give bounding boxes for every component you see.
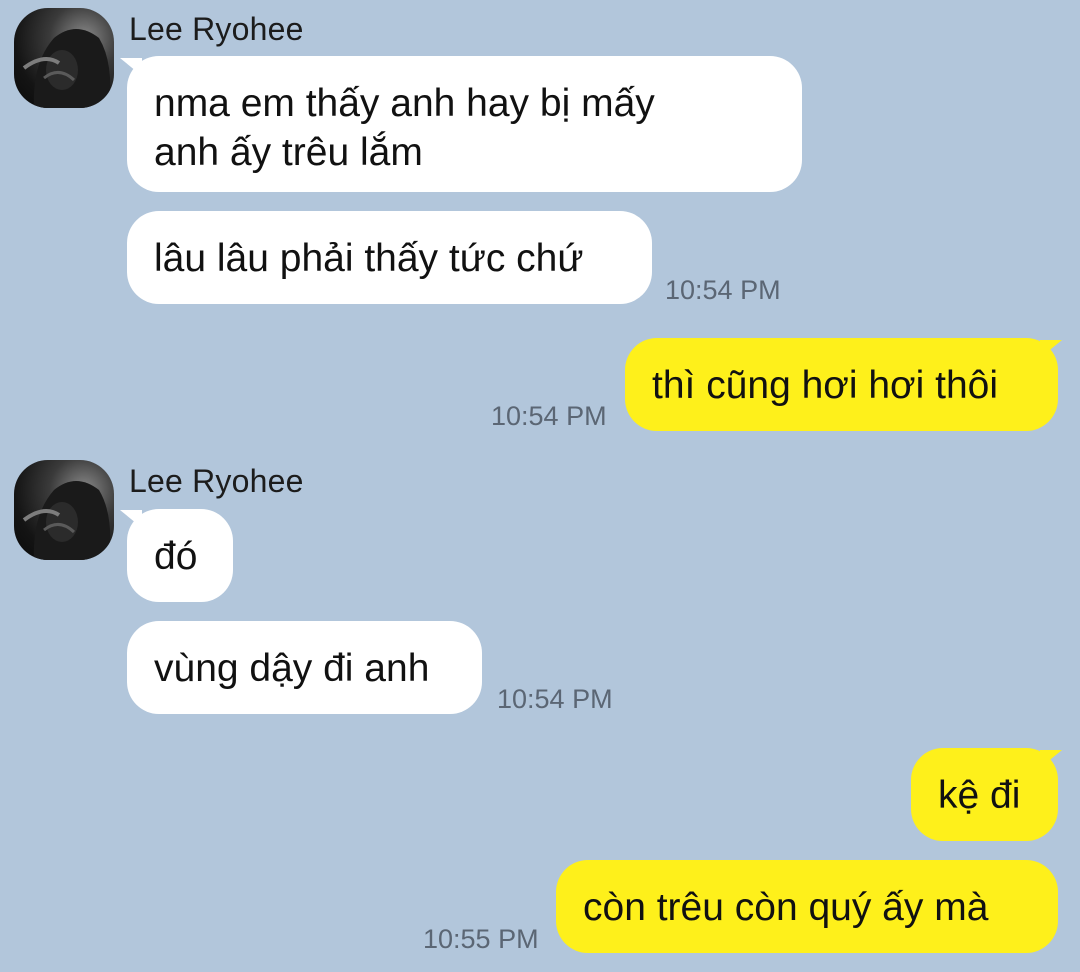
bubble-tail: [1040, 340, 1062, 358]
message-timestamp: 10:54 PM: [491, 401, 607, 431]
message-timestamp: 10:54 PM: [665, 275, 781, 305]
sender-avatar-icon[interactable]: [14, 460, 114, 560]
message-bubble-incoming[interactable]: nma em thấy anh hay bị mấy anh ấy trêu l…: [127, 56, 802, 192]
message-bubble-incoming[interactable]: vùng dậy đi anh: [127, 621, 482, 714]
message-bubble-incoming[interactable]: lâu lâu phải thấy tức chứ: [127, 211, 652, 304]
message-bubble-incoming[interactable]: đó: [127, 509, 233, 602]
bubble-tail: [1040, 750, 1062, 768]
message-bubble-outgoing[interactable]: còn trêu còn quý ấy mà: [556, 860, 1058, 953]
sender-name: Lee Ryohee: [129, 463, 304, 499]
message-bubble-outgoing[interactable]: thì cũng hơi hơi thôi: [625, 338, 1058, 431]
message-timestamp: 10:55 PM: [423, 924, 539, 954]
sender-name: Lee Ryohee: [129, 11, 304, 47]
message-bubble-outgoing[interactable]: kệ đi: [911, 748, 1058, 841]
message-timestamp: 10:54 PM: [497, 684, 613, 714]
sender-avatar-icon[interactable]: [14, 8, 114, 108]
